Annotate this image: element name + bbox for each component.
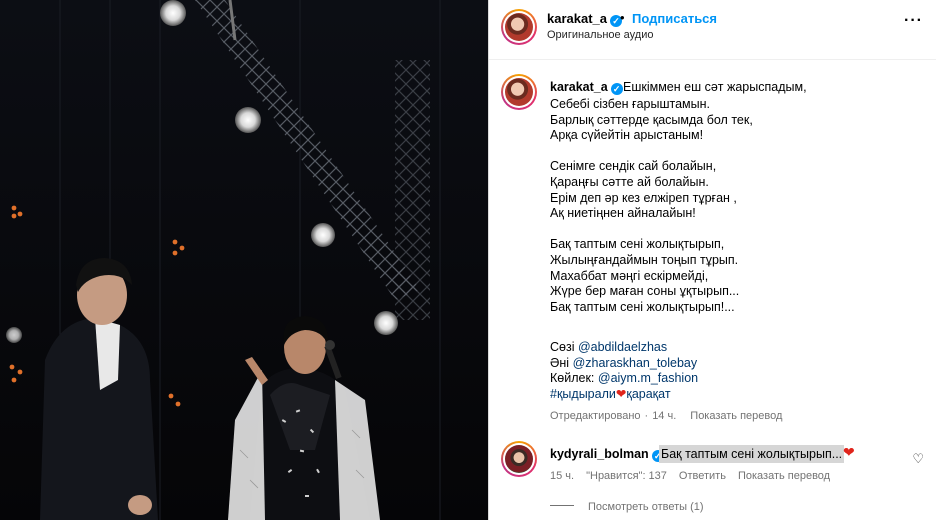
author-username[interactable]: karakat_a ✓: [547, 11, 622, 27]
comment-translation-button[interactable]: Показать перевод: [738, 470, 830, 482]
comment-likes-count[interactable]: "Нравится": 137: [586, 470, 667, 482]
credit-prefix: Әні: [550, 355, 573, 370]
caption-username-text[interactable]: karakat_a: [550, 80, 608, 94]
view-replies-label[interactable]: Посмотреть ответы (1): [588, 501, 704, 513]
commenter-avatar[interactable]: [501, 441, 537, 477]
edited-label: Отредактировано: [550, 410, 641, 422]
concert-stage-image: [0, 0, 488, 520]
credit-mention-link[interactable]: @aiym.m_fashion: [598, 371, 698, 385]
caption-first-line: Ешкіммен еш сәт жарыспадым,: [623, 80, 807, 94]
hashtag-link[interactable]: #қыдырали: [550, 387, 616, 401]
post-header: karakat_a ✓ • Подписаться Оригинальное ау…: [489, 0, 936, 60]
post-side-panel: karakat_a ✓ • Подписаться Оригинальное ау…: [488, 0, 936, 520]
caption-text: Себебі сізбен ғарыштамын. Барлық сәттерд…: [550, 97, 753, 314]
comment-time[interactable]: 15 ч.: [550, 470, 574, 482]
like-comment-heart-outline-icon[interactable]: ♡: [912, 451, 924, 467]
hashtag-row: #қыдырали❤қарақат: [550, 387, 698, 403]
caption-username[interactable]: karakat_a ✓: [550, 80, 623, 95]
credit-mention-link[interactable]: @abdildaelzhas: [578, 340, 667, 354]
commenter-username[interactable]: kydyrali_bolman ✓: [550, 447, 664, 462]
post-media-video[interactable]: [0, 0, 488, 520]
meta-separator: ·: [644, 410, 649, 422]
credit-prefix: Көйлек:: [550, 371, 598, 386]
reply-button[interactable]: Ответить: [679, 470, 726, 482]
hashtag-link[interactable]: қарақат: [626, 387, 670, 401]
comment-text: Бақ таптым сені жолықтырып...: [659, 445, 845, 463]
more-options-icon[interactable]: ···: [904, 12, 923, 30]
caption-meta: Отредактировано · 14 ч. Показать перевод: [550, 410, 796, 422]
author-avatar[interactable]: [501, 9, 537, 45]
credit-row: Әні @zharaskhan_tolebay: [550, 356, 698, 372]
post-time[interactable]: 14 ч.: [652, 410, 676, 422]
credit-row: Көйлек: @aiym.m_fashion: [550, 371, 698, 387]
view-replies-button[interactable]: Посмотреть ответы (1): [550, 501, 704, 513]
caption-author-avatar[interactable]: [501, 74, 537, 110]
separator-dot: •: [620, 10, 625, 25]
follow-button[interactable]: Подписаться: [632, 11, 717, 26]
replies-divider: [550, 505, 574, 506]
credit-row: Сөзі @abdildaelzhas: [550, 340, 698, 356]
heart-icon: ❤: [843, 444, 855, 460]
original-audio-link[interactable]: Оригинальное аудио: [547, 29, 654, 41]
credit-mention-link[interactable]: @zharaskhan_tolebay: [573, 356, 698, 370]
verified-badge-icon: ✓: [610, 83, 623, 95]
show-translation-button[interactable]: Показать перевод: [690, 410, 782, 422]
heart-icon: ❤: [615, 386, 627, 401]
comment-meta: 15 ч. "Нравится": 137 Ответить Показать пер…: [550, 470, 842, 482]
author-username-text[interactable]: karakat_a: [547, 11, 607, 26]
caption-credits: Сөзі @abdildaelzhas Әні @zharaskhan_tole…: [550, 340, 698, 402]
credit-prefix: Сөзі: [550, 340, 578, 354]
commenter-username-text[interactable]: kydyrali_bolman: [550, 447, 649, 461]
